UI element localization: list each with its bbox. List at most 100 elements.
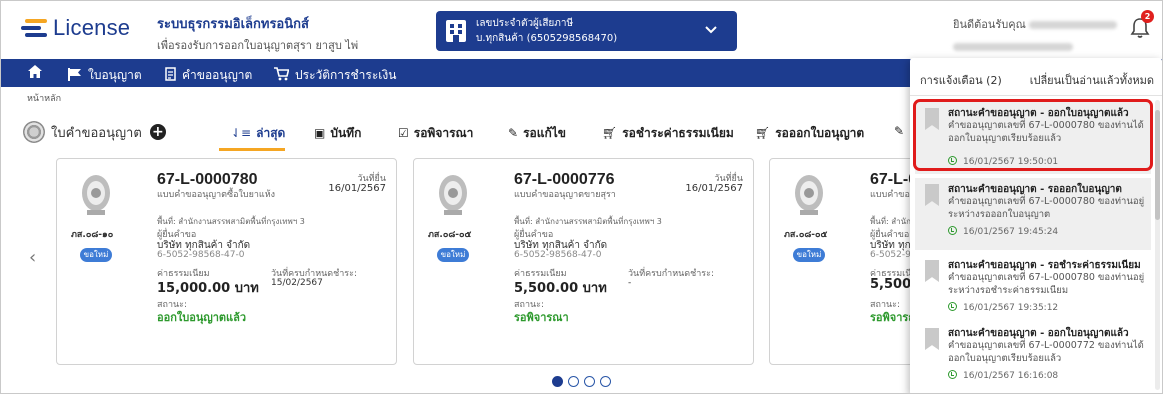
notification-item-time-row: 16/01/2567 19:35:12 <box>948 302 1058 313</box>
taxpayer-selector[interactable]: เลขประจำตัวผู้เสียภาษี บ.ทุกสินค้า (6505… <box>436 11 737 51</box>
clock-icon <box>948 302 957 311</box>
form-code: ภส.๐๘-๐๕ <box>784 230 828 240</box>
tab-pending-payment-label: รอชำระค่าธรรมเนียม <box>622 126 734 140</box>
notification-title: การแจ้งเตือน (2) <box>920 74 1002 87</box>
tab-pending-payment[interactable]: 🛒︎ รอชำระค่าธรรมเนียม <box>602 124 734 143</box>
excise-seal-icon <box>795 175 823 215</box>
mark-all-read-link[interactable]: เปลี่ยนเป็นอ่านแล้วทั้งหมด <box>1030 71 1154 89</box>
status-value: รอพิจารณา <box>514 311 569 324</box>
carousel-dot[interactable] <box>600 376 611 387</box>
tab-saved[interactable]: ▣ บันทึก <box>314 124 361 143</box>
checkbox-icon: ☑ <box>398 126 409 140</box>
carousel-prev[interactable]: ‹ <box>29 247 36 268</box>
applicant-tax-id: 6-5052-9 <box>870 250 911 260</box>
form-code: ภส.๐๘-๐๕ <box>428 230 472 240</box>
logo[interactable]: License <box>19 15 130 41</box>
new-request-badge: ขอใหม่ <box>437 248 469 262</box>
notification-bell[interactable]: 2 <box>1130 10 1154 39</box>
welcome-user[interactable]: ยินดีต้อนรับคุณ <box>953 15 1118 53</box>
notification-item[interactable]: สถานะคำขออนุญาต - รอออกใบอนุญาต คำขออนุญ… <box>915 178 1151 250</box>
notification-panel: การแจ้งเตือน (2) เปลี่ยนเป็นอ่านแล้วทั้ง… <box>910 58 1162 393</box>
clock-icon <box>948 226 957 235</box>
nav-requests[interactable]: คำขออนุญาต <box>165 66 252 85</box>
request-card[interactable]: ภส.๐๘-๑๐ ขอใหม่ 67-L-0000780 แบบคำขออนุญ… <box>56 158 397 365</box>
breadcrumb[interactable]: หน้าหลัก <box>27 91 61 105</box>
notification-item[interactable]: สถานะคำขออนุญาต - รอชำระค่าธรรมเนียม คำข… <box>915 254 1151 326</box>
logo-text: License <box>53 15 131 40</box>
tab-more[interactable]: ✎ <box>894 124 909 138</box>
bookmark-icon <box>925 260 939 282</box>
new-request-badge: ขอใหม่ <box>80 248 112 262</box>
document-icon <box>165 67 176 84</box>
notification-item-time: 16/01/2567 16:16:08 <box>963 371 1059 381</box>
seal-icon <box>23 121 45 143</box>
nav-licenses[interactable]: ใบอนุญาต <box>68 66 142 85</box>
notification-item-time-row: 16/01/2567 19:50:01 <box>948 156 1058 167</box>
payment-due-label: วันที่ครบกำหนดชำระ: <box>628 269 715 279</box>
status-value: ออกใบอนุญาตแล้ว <box>157 311 247 324</box>
tab-latest[interactable]: ⇃≡ ล่าสุด <box>231 124 285 143</box>
nav-payment-history-label: ประวัติการชำระเงิน <box>295 68 397 82</box>
system-title-main: ระบบธุรกรรมอิเล็กทรอนิกส์ <box>157 17 309 32</box>
bookmark-icon <box>925 108 939 130</box>
tab-pending-license-label: รอออกใบอนุญาต <box>775 126 865 140</box>
nav-licenses-label: ใบอนุญาต <box>88 68 142 82</box>
bookmark-icon <box>925 328 939 350</box>
notification-header: การแจ้งเตือน (2) เปลี่ยนเป็นอ่านแล้วทั้ง… <box>910 58 1162 96</box>
flag-icon <box>68 67 82 84</box>
notification-item[interactable]: สถานะคำขออนุญาต - ออกใบอนุญาตแล้ว คำขออน… <box>915 102 1151 174</box>
notification-item-body: คำขออนุญาตเลขที่ 67-L-0000780 ของท่านอยู… <box>948 196 1145 220</box>
carousel-dot[interactable] <box>552 376 563 387</box>
payment-due-date: - <box>628 278 632 288</box>
tab-pending-license[interactable]: 🛒︎ รอออกใบอนุญาต <box>755 124 864 143</box>
clock-icon <box>948 370 957 379</box>
carousel-dot[interactable] <box>568 376 579 387</box>
system-title-sub: เพื่อรองรับการออกใบอนุญาตสุรา ยาสูบ ไพ่ <box>157 39 359 52</box>
request-type: แบบคำขอ <box>870 190 910 200</box>
cart-icon: 🛒︎ <box>602 126 618 140</box>
fee-amount: 5,500.00 บาท <box>514 281 607 296</box>
welcome-label: ยินดีต้อนรับคุณ <box>953 18 1026 31</box>
nav-requests-label: คำขออนุญาต <box>182 68 253 82</box>
excise-seal-icon <box>82 175 110 215</box>
plus-icon[interactable]: + <box>149 124 166 140</box>
excise-seal-icon <box>439 175 467 215</box>
cart-icon: 🛒︎ <box>755 126 771 140</box>
notification-item-time: 16/01/2567 19:50:01 <box>963 157 1059 167</box>
tab-pending-review[interactable]: ☑ รอพิจารณา <box>398 124 473 143</box>
home-icon[interactable] <box>27 64 43 82</box>
notification-item[interactable]: สถานะคำขออนุญาต - ออกใบอนุญาตแล้ว คำขออน… <box>915 322 1151 393</box>
tab-pending-edit-label: รอแก้ไข <box>523 126 566 140</box>
app-window: License ระบบธุรกรรมอิเล็กทรอนิกส์ เพื่อร… <box>0 0 1163 394</box>
edit-icon: ✎ <box>508 126 519 140</box>
notification-item-time: 16/01/2567 19:45:24 <box>963 227 1059 237</box>
sort-icon: ⇃≡ <box>231 126 252 140</box>
carousel-dot[interactable] <box>584 376 595 387</box>
user-name-redacted <box>1029 21 1118 29</box>
fee-amount: 15,000.00 บาท <box>157 281 259 296</box>
notification-item-body: คำขออนุญาตเลขที่ 67-L-0000780 ของท่านได้… <box>948 120 1144 144</box>
chevron-down-icon <box>705 23 717 37</box>
notification-item-time-row: 16/01/2567 19:45:24 <box>948 226 1058 237</box>
request-type: แบบคำขออนุญาตซื้อใบยาแห้ง <box>157 190 276 200</box>
notification-count-badge: 2 <box>1141 10 1154 23</box>
notification-item-time-row: 16/01/2567 16:16:08 <box>948 370 1058 381</box>
user-email-redacted <box>953 42 1073 51</box>
notification-item-body: คำขออนุญาตเลขที่ 67-L-0000780 ของท่านอยู… <box>948 272 1145 296</box>
logo-mark-icon <box>19 17 49 39</box>
tab-pending-edit[interactable]: ✎ รอแก้ไข <box>508 124 566 143</box>
applicant-tax-id: 6-5052-98568-47-0 <box>157 250 245 260</box>
edit-icon: ✎ <box>894 124 905 138</box>
tab-pending-review-label: รอพิจารณา <box>413 126 474 140</box>
nav-payment-history[interactable]: ประวัติการชำระเงิน <box>274 66 396 85</box>
tab-saved-label: บันทึก <box>330 126 362 140</box>
save-icon: ▣ <box>314 126 326 140</box>
notification-scrollbar[interactable] <box>1155 100 1160 390</box>
taxpayer-label: เลขประจำตัวผู้เสียภาษี <box>476 18 574 29</box>
request-type: แบบคำขออนุญาตขายสุรา <box>514 190 616 200</box>
carousel-pagination <box>552 376 616 387</box>
chevron-left-icon: ‹ <box>29 247 37 268</box>
request-card[interactable]: ภส.๐๘-๐๕ ขอใหม่ 67-L-0000776 แบบคำขออนุญ… <box>413 158 754 365</box>
cart-icon <box>274 67 290 84</box>
request-list-title: ใบคำขออนุญาต + <box>23 121 166 143</box>
